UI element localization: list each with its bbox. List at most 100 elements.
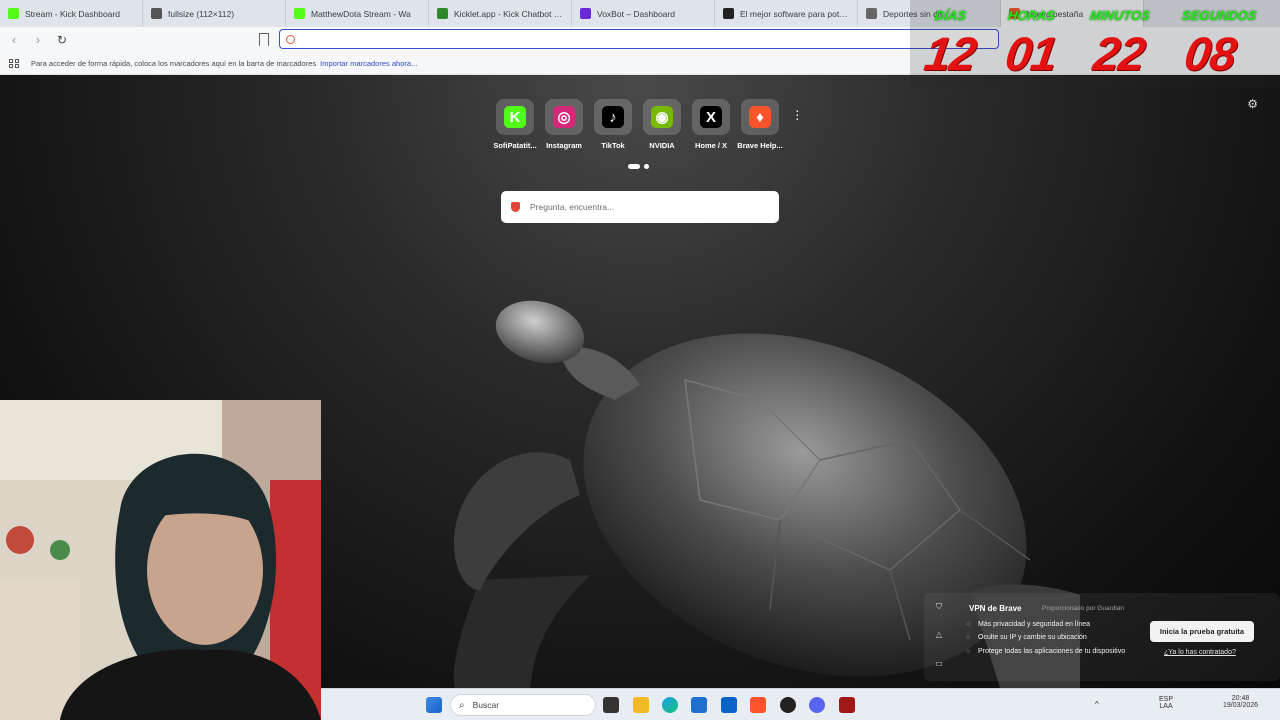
- top-site-name: TikTok: [601, 141, 625, 150]
- days-value: 12: [921, 27, 980, 80]
- minutes-label: MINUTOS: [1088, 8, 1151, 23]
- globe-icon: [151, 8, 162, 19]
- tab-2[interactable]: MatthewDota Stream - Wa: [286, 0, 429, 27]
- top-site-tile[interactable]: ◉: [643, 99, 681, 135]
- tab-4[interactable]: VoxBot – Dashboard: [572, 0, 715, 27]
- top-site-tile[interactable]: X: [692, 99, 730, 135]
- vpn-feature: Más privacidad y seguridad en línea: [978, 621, 1091, 628]
- top-site-1[interactable]: ◎ Instagram: [544, 99, 584, 150]
- obs-taskbar-icon[interactable]: [780, 697, 796, 713]
- obs-icon: [723, 8, 734, 19]
- tab-0[interactable]: Stream - Kick Dashboard: [0, 0, 143, 27]
- webcam-overlay: [0, 400, 321, 720]
- address-bar[interactable]: [279, 29, 999, 49]
- tab-title: VoxBot – Dashboard: [597, 8, 675, 19]
- search-icon: ⌕: [459, 699, 465, 711]
- tab-1[interactable]: fullsize (112×112): [143, 0, 286, 27]
- language-indicator[interactable]: ESP LAA: [1159, 696, 1173, 710]
- start-trial-button[interactable]: Inicia la prueba gratuita: [1150, 621, 1254, 642]
- top-site-name: Instagram: [546, 141, 582, 150]
- file-explorer-icon[interactable]: [633, 697, 649, 713]
- vpn-promo-card: ⛉ △ ▭ VPN de Brave Proporcionado por Gua…: [924, 593, 1280, 681]
- windows-start-icon[interactable]: [426, 697, 442, 713]
- bookmark-icon[interactable]: [259, 33, 269, 46]
- kick-icon: [294, 8, 305, 19]
- already-subscribed-link[interactable]: ¿Ya lo has contratado?: [1164, 649, 1236, 656]
- check-icon: ○: [966, 634, 971, 641]
- seconds-label: SEGUNDOS: [1180, 8, 1258, 23]
- instagram-icon: ◎: [553, 106, 575, 128]
- clock-date: 19/03/2026: [1223, 702, 1259, 709]
- edge-icon[interactable]: [662, 697, 678, 713]
- reload-button[interactable]: ↻: [52, 30, 72, 50]
- language-code: ESP: [1159, 696, 1174, 703]
- import-bookmarks-link[interactable]: Importar marcadores ahora...: [320, 59, 417, 68]
- search-placeholder: Pregunta, encuentra...: [530, 202, 615, 212]
- hours-value: 01: [1002, 27, 1061, 80]
- vpn-feature: Oculte su IP y cambie su ubicación: [978, 634, 1087, 641]
- brave-taskbar-icon[interactable]: [750, 697, 766, 713]
- countdown-overlay: DÍAS HORAS MINUTOS SEGUNDOS 12 01 22 08: [910, 0, 1280, 88]
- shield-icon[interactable]: ⛉: [934, 602, 944, 612]
- brave-search-icon: [286, 34, 295, 44]
- bookmarks-hint: Para acceder de forma rápida, coloca los…: [31, 59, 317, 68]
- chevron-up-icon[interactable]: ^: [1095, 700, 1099, 709]
- tab-title: Stream - Kick Dashboard: [25, 8, 120, 19]
- back-button[interactable]: ‹: [4, 30, 24, 50]
- tab-title: fullsize (112×112): [168, 8, 235, 19]
- top-site-0[interactable]: K SofiPatatit...: [493, 99, 537, 150]
- discord-icon[interactable]: [809, 697, 825, 713]
- kick-icon: [8, 8, 19, 19]
- voxbot-icon: [580, 8, 591, 19]
- hours-label: HORAS: [1006, 8, 1057, 23]
- nvidia-icon: ◉: [651, 106, 673, 128]
- vpn-title: VPN de Brave: [969, 604, 1022, 613]
- taskbar-search-placeholder: Buscar: [472, 700, 500, 710]
- clock[interactable]: 20:48 19/03/2026: [1223, 695, 1258, 709]
- top-site-2[interactable]: ♪ TikTok: [593, 99, 633, 150]
- more-options-icon[interactable]: · · ·: [795, 103, 800, 125]
- warning-icon[interactable]: △: [934, 630, 944, 639]
- apps-grid-icon[interactable]: [9, 58, 19, 69]
- tab-title: El mejor software para potenci: [740, 8, 849, 19]
- language-variant: LAA: [1159, 703, 1173, 710]
- check-icon: ○: [966, 621, 971, 628]
- top-site-4[interactable]: X Home / X: [691, 99, 731, 150]
- top-site-tile[interactable]: ♪: [594, 99, 632, 135]
- store-icon[interactable]: [691, 697, 707, 713]
- tiktok-icon: ♪: [602, 106, 624, 128]
- taskbar: ⌕ Buscar ^ ESP LAA 20:48 19/03/2026: [321, 688, 1280, 720]
- taskbar-search[interactable]: ⌕ Buscar: [450, 694, 596, 716]
- tab-title: Kicklet.app - Kick Chatbot and: [454, 8, 563, 19]
- forward-button[interactable]: ›: [28, 30, 48, 50]
- outlook-icon[interactable]: [721, 697, 737, 713]
- seconds-value: 08: [1181, 27, 1240, 80]
- gear-icon[interactable]: ⚙: [1247, 97, 1258, 111]
- top-site-5[interactable]: ♦ Brave Help...: [737, 99, 783, 150]
- tab-3[interactable]: Kicklet.app - Kick Chatbot and: [429, 0, 572, 27]
- top-site-name: Home / X: [694, 141, 728, 150]
- top-site-tile[interactable]: ◎: [545, 99, 583, 135]
- brave-shield-icon: [511, 202, 520, 212]
- check-icon: ○: [966, 648, 971, 655]
- tab-title: MatthewDota Stream - Wa: [311, 8, 411, 19]
- clock-time: 20:48: [1231, 695, 1250, 702]
- vpn-feature: Protege todas las aplicaciones de tu dis…: [978, 648, 1126, 655]
- top-site-name: Brave Help...: [737, 141, 783, 150]
- top-sites-pager[interactable]: [628, 164, 649, 169]
- kicklet-icon: [437, 8, 448, 19]
- dota-icon[interactable]: [839, 697, 855, 713]
- top-site-3[interactable]: ◉ NVIDIA: [642, 99, 682, 150]
- screen-icon[interactable]: ▭: [934, 659, 944, 668]
- task-view-icon[interactable]: [603, 697, 619, 713]
- webcam-image: [0, 400, 321, 720]
- kick-icon: K: [504, 106, 526, 128]
- top-site-tile[interactable]: K: [496, 99, 534, 135]
- top-site-tile[interactable]: ♦: [741, 99, 779, 135]
- vpn-powered-by: Proporcionado por Guardian: [1042, 605, 1125, 612]
- tab-5[interactable]: El mejor software para potenci: [715, 0, 858, 27]
- top-site-name: NVIDIA: [649, 141, 675, 150]
- search-box[interactable]: Pregunta, encuentra...: [501, 191, 779, 223]
- top-site-name: SofiPatatit...: [493, 141, 537, 150]
- x-icon: X: [700, 106, 722, 128]
